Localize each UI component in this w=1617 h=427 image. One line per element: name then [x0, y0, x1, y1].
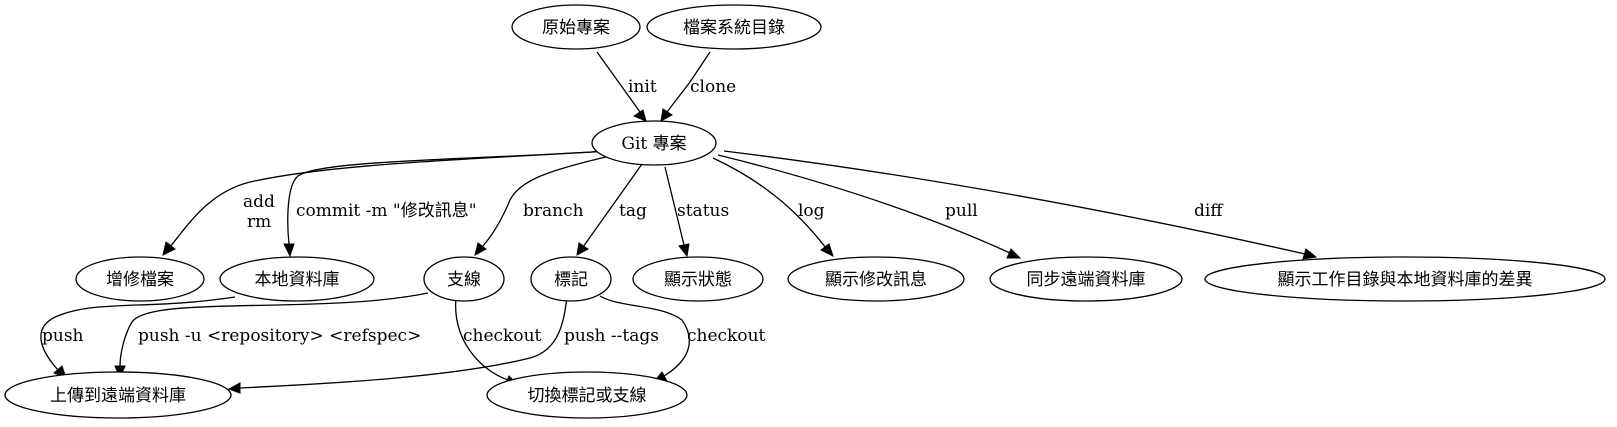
git-workflow-diagram: init clone add rm commit -m "修改訊息" branc…: [4, 4, 1606, 419]
edge-label-rm: rm: [247, 212, 271, 232]
edge-status: status: [664, 166, 729, 258]
node-git-project: Git 專案: [591, 120, 717, 166]
edge-log: log: [712, 157, 834, 257]
node-switch-tag-branch: 切換標記或支線: [486, 371, 688, 419]
node-tag: 標記: [530, 256, 612, 302]
edge-push-u: push -u <repository> <refspec>: [114, 292, 429, 380]
edge-label-push-u: push -u <repository> <refspec>: [138, 326, 421, 346]
edge-clone: clone: [660, 51, 736, 122]
edge-label-clone: clone: [690, 77, 736, 97]
edge-tag: tag: [576, 163, 647, 256]
edge-label-push-tags: push --tags: [564, 326, 659, 346]
edge-label-checkout-tag: checkout: [687, 326, 766, 346]
node-label-git-project: Git 專案: [621, 134, 686, 154]
node-upload-remote: 上傳到遠端資料庫: [4, 371, 232, 419]
node-filesystem-dir: 檔案系統目錄: [646, 4, 822, 50]
node-sync-remote: 同步遠端資料庫: [989, 256, 1183, 302]
edge-label-status: status: [677, 201, 729, 221]
node-label-original-project: 原始專案: [542, 18, 610, 38]
edge-label-diff: diff: [1194, 201, 1224, 221]
node-label-show-log: 顯示修改訊息: [825, 270, 927, 290]
edge-label-add: add: [243, 192, 275, 212]
node-label-sync-remote: 同步遠端資料庫: [1027, 270, 1146, 290]
edge-label-commit: commit -m "修改訊息": [296, 201, 477, 221]
node-original-project: 原始專案: [511, 4, 641, 50]
node-label-switch-tag-branch: 切換標記或支線: [528, 386, 647, 406]
edge-checkout-branch: checkout: [455, 296, 542, 386]
node-add-modify-files: 增修檔案: [75, 256, 205, 302]
edge-label-pull: pull: [945, 201, 978, 221]
edge-label-branch: branch: [523, 201, 584, 221]
edge-init: init: [596, 51, 657, 122]
node-show-diff: 顯示工作目錄與本地資料庫的差異: [1204, 256, 1606, 302]
node-label-local-repo: 本地資料庫: [255, 270, 340, 290]
node-label-show-diff: 顯示工作目錄與本地資料庫的差異: [1278, 270, 1533, 290]
edge-label-log: log: [798, 201, 825, 221]
edge-label-init: init: [628, 77, 657, 97]
node-show-log: 顯示修改訊息: [787, 256, 965, 302]
node-label-branch: 支線: [447, 270, 481, 290]
node-label-upload-remote: 上傳到遠端資料庫: [50, 386, 186, 406]
node-label-filesystem-dir: 檔案系統目錄: [683, 18, 785, 38]
edge-label-push: push: [42, 326, 84, 346]
node-label-show-status: 顯示狀態: [664, 270, 732, 290]
node-show-status: 顯示狀態: [632, 256, 764, 302]
edge-label-tag: tag: [619, 201, 647, 221]
node-local-repo: 本地資料庫: [219, 256, 375, 302]
node-label-add-modify-files: 增修檔案: [106, 270, 174, 290]
edge-branch: branch: [474, 155, 611, 256]
node-branch: 支線: [423, 256, 505, 302]
edge-label-checkout-branch: checkout: [463, 326, 542, 346]
node-label-tag: 標記: [554, 270, 588, 290]
